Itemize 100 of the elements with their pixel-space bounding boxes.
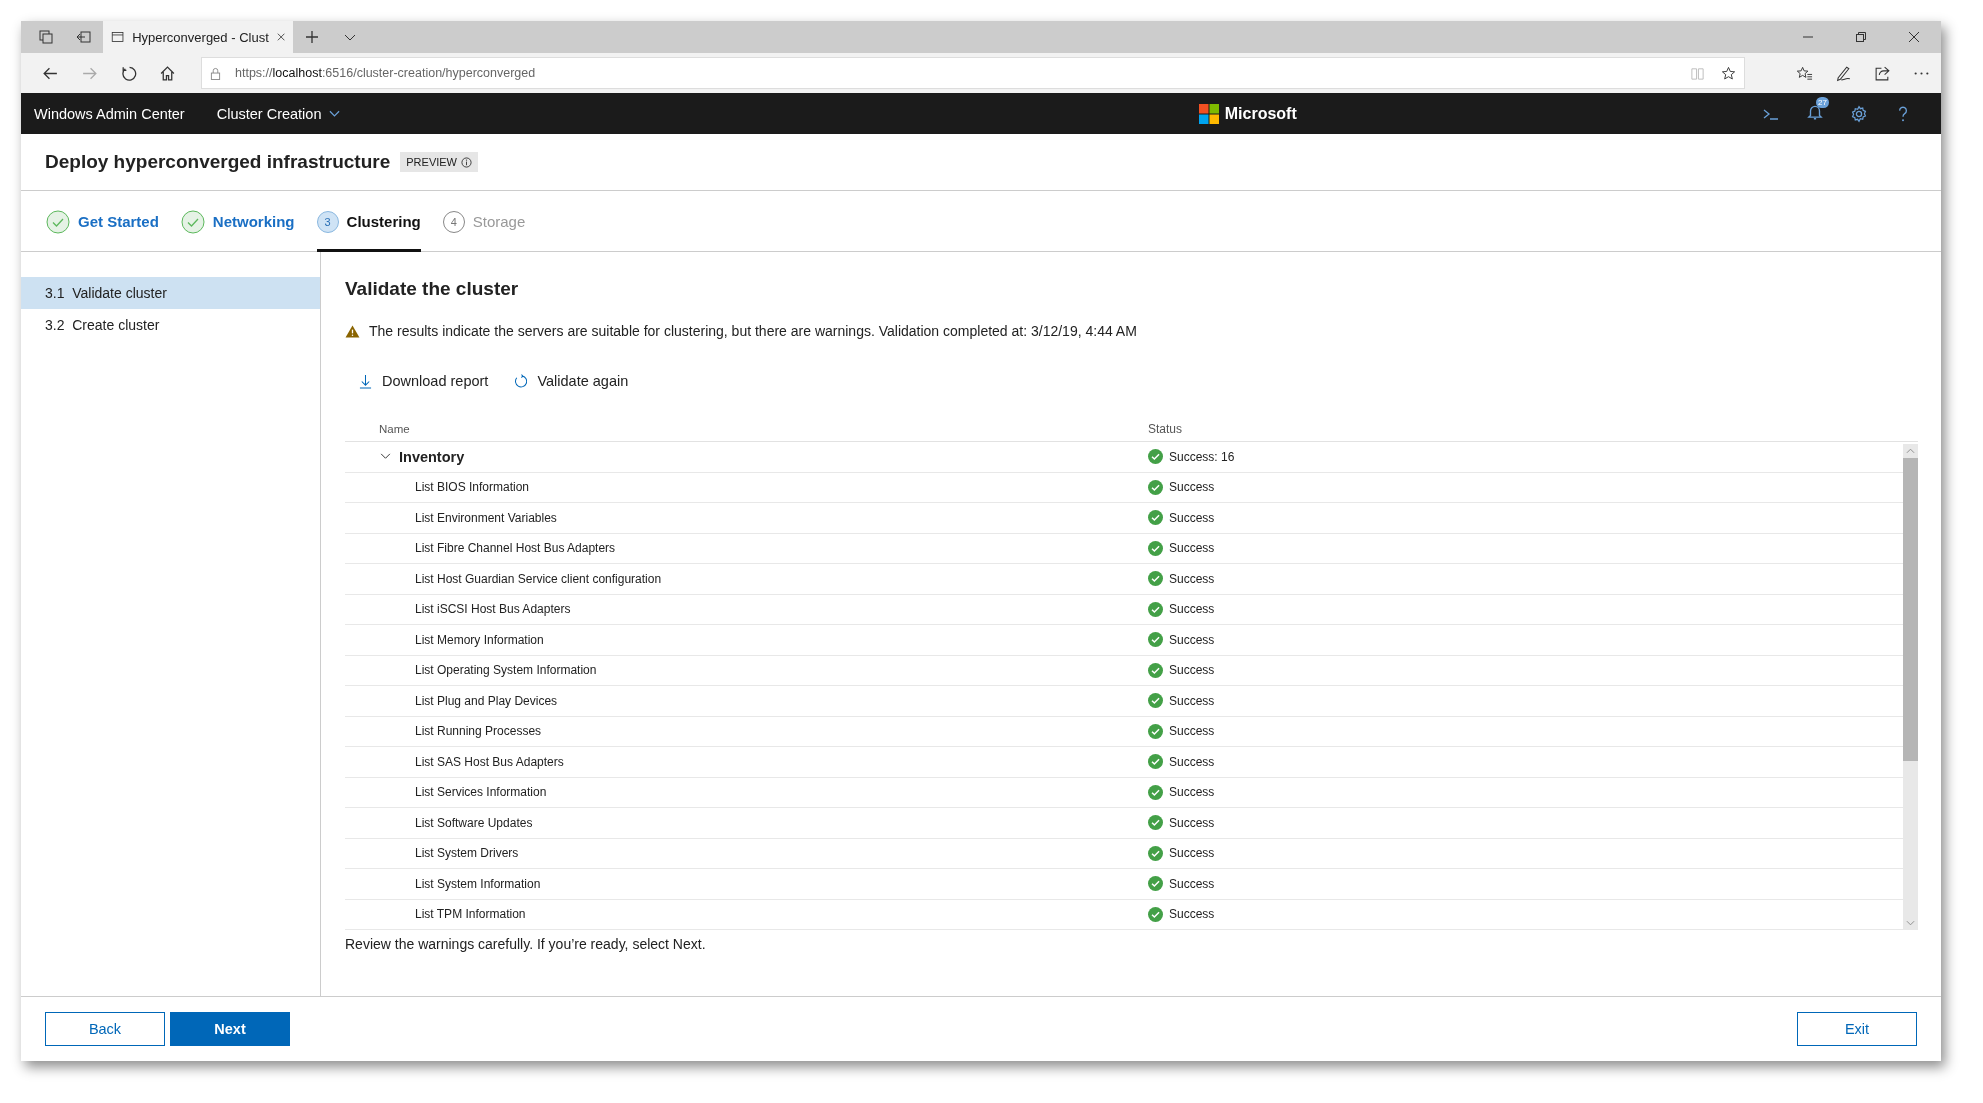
refresh-icon: [514, 373, 528, 389]
step-tab[interactable]: Get Started: [46, 191, 159, 252]
success-icon: [1148, 571, 1163, 587]
instruction-text: Review the warnings carefully. If you’re ready, select Next.: [345, 936, 707, 952]
new-tab-icon[interactable]: [304, 29, 320, 45]
success-icon: [1148, 845, 1163, 861]
status-text: Success: [1169, 907, 1215, 922]
status-text: Success: [1169, 541, 1215, 556]
status-text: Success: [1169, 602, 1215, 617]
success-icon: [1148, 601, 1163, 617]
test-name: List Memory Information: [415, 632, 544, 647]
brand-name: Microsoft: [1224, 104, 1297, 123]
tab-title: Hyperconverged - Clust: [132, 29, 269, 45]
page-icon: [111, 29, 125, 45]
status-text: Success: [1169, 693, 1215, 708]
star-icon[interactable]: [1721, 65, 1736, 81]
download-icon: [359, 373, 372, 389]
section-heading: Validate the cluster: [345, 278, 520, 300]
caret-icon: [329, 109, 341, 118]
tabs-icon[interactable]: [38, 29, 54, 45]
refresh-icon[interactable]: [120, 64, 137, 82]
test-name: List Services Information: [415, 785, 547, 800]
close-tab-icon[interactable]: [276, 32, 285, 42]
test-name: List TPM Information: [415, 907, 526, 922]
close-icon[interactable]: [1908, 31, 1920, 43]
sidebar-item[interactable]: 3.2 Create cluster: [21, 309, 320, 341]
context-menu[interactable]: Cluster Creation: [210, 104, 347, 123]
restore-icon[interactable]: [1855, 31, 1867, 43]
success-icon: [1148, 662, 1163, 678]
check-circle-icon: [180, 209, 205, 234]
success-icon: [1148, 754, 1163, 770]
success-icon: [1148, 479, 1163, 495]
share-icon[interactable]: [1874, 64, 1891, 82]
step-number: 3: [316, 210, 339, 233]
download-button[interactable]: Download report: [357, 367, 491, 395]
back-button[interactable]: Back: [45, 1012, 165, 1046]
step-tab[interactable]: Networking: [180, 191, 295, 252]
success-icon: [1148, 693, 1163, 709]
column-header: Name: [378, 423, 411, 435]
test-name: List Environment Variables: [415, 510, 557, 525]
column-header: Status: [1148, 422, 1184, 436]
status-text: Success: [1169, 571, 1215, 586]
test-name: List Operating System Information: [415, 663, 597, 678]
scrollbar-thumb[interactable]: [1903, 458, 1918, 761]
status-text: Success: [1169, 846, 1215, 861]
test-name: List Running Processes: [415, 724, 542, 739]
warning-icon: [345, 324, 360, 338]
status-text: Success: [1169, 785, 1215, 800]
test-name: List System Information: [415, 876, 541, 891]
browser-tab[interactable]: Hyperconverged - Clust: [103, 21, 293, 53]
success-icon: [1148, 632, 1163, 648]
success-icon: [1148, 876, 1163, 892]
app-name[interactable]: Windows Admin Center: [34, 105, 185, 122]
test-name: List iSCSI Host Bus Adapters: [415, 602, 571, 617]
notification-count: 27: [1816, 96, 1829, 108]
status-text: Success: [1169, 876, 1215, 891]
status-text: Success: [1169, 632, 1215, 647]
exit-button[interactable]: Exit: [1797, 1012, 1917, 1046]
success-icon: [1148, 540, 1163, 556]
success-icon: [1148, 723, 1163, 739]
test-name: List System Drivers: [415, 846, 519, 861]
check-circle-icon: [46, 209, 70, 234]
url-text: https://localhost:6516/cluster-creation/hyperconverged: [235, 66, 536, 80]
warning-message: The results indicate the servers are suitable for clustering, but there are warnings. Validation completed at: 3/12/19, 4:44 AM: [369, 323, 1137, 339]
status-text: Success: 16: [1169, 449, 1235, 464]
success-icon: [1148, 906, 1163, 922]
sidebar-item[interactable]: 3.1 Validate cluster: [21, 277, 320, 309]
logo-icon: [1198, 103, 1219, 124]
test-name: List SAS Host Bus Adapters: [415, 754, 564, 769]
pen-icon[interactable]: [1835, 64, 1852, 82]
success-icon: [1148, 784, 1163, 800]
test-name: List Fibre Channel Host Bus Adapters: [415, 541, 616, 556]
success-icon: [1148, 510, 1163, 526]
test-name: List Host Guardian Service client configuration: [415, 571, 662, 586]
status-text: Success: [1169, 480, 1215, 495]
scrollbar[interactable]: [1903, 444, 1918, 930]
test-name: List Software Updates: [415, 815, 533, 830]
group-name: Inventory: [399, 448, 465, 465]
success-icon: [1148, 449, 1163, 465]
validate-button[interactable]: Validate again: [512, 367, 631, 395]
status-text: Success: [1169, 754, 1215, 769]
chevron-icon[interactable]: [380, 453, 391, 461]
page-title: Deploy hyperconverged infrastructure: [45, 151, 391, 173]
next-button[interactable]: Next: [170, 1012, 290, 1046]
settings-icon[interactable]: [1850, 104, 1868, 123]
status-text: Success: [1169, 815, 1215, 830]
step-tab[interactable]: 4 Storage: [442, 191, 526, 252]
success-icon: [1148, 815, 1163, 831]
favorites-icon[interactable]: [1796, 64, 1813, 82]
status-text: Success: [1169, 510, 1215, 525]
test-name: List Plug and Play Devices: [415, 693, 558, 708]
set-aside-tabs-icon[interactable]: [76, 29, 92, 45]
status-text: Success: [1169, 724, 1215, 739]
status-text: Success: [1169, 663, 1215, 678]
address-bar[interactable]: https://localhost:6516/cluster-creation/hyperconverged: [201, 57, 1745, 89]
lock-icon: [210, 66, 221, 80]
home-icon[interactable]: [159, 64, 176, 82]
test-name: List BIOS Information: [415, 480, 530, 495]
info-icon[interactable]: [461, 156, 472, 168]
step-tab[interactable]: 3 Clustering: [316, 191, 421, 252]
